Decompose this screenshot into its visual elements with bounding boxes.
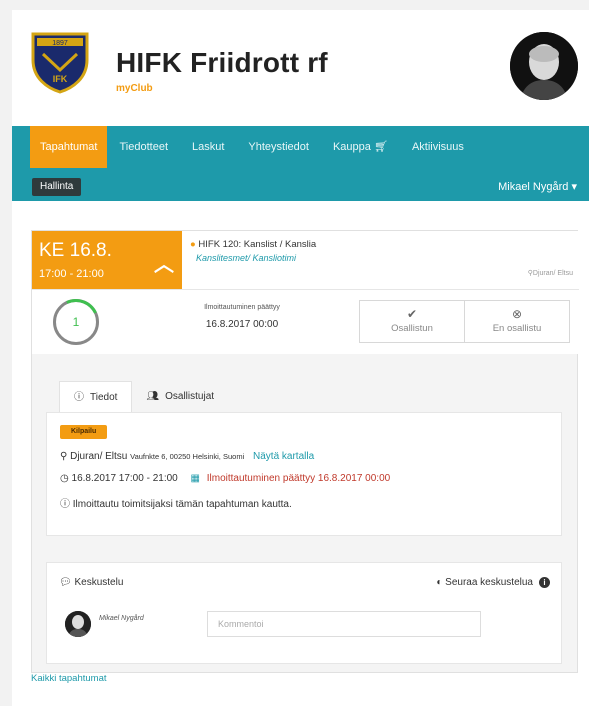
location-name: Djuran/ Eltsu: [70, 451, 128, 462]
site-header: 1897 IFK HIFK Friidrott rf myClub: [12, 10, 589, 126]
decline-button[interactable]: ⊗ En osallistu: [464, 301, 569, 342]
event-title-text: HIFK 120: Kanslist / Kanslia: [198, 239, 317, 250]
nav-items: Tapahtumat Tiedotteet Laskut Yhteystiedo…: [12, 126, 476, 168]
event-type-badge: Kilpailu: [60, 425, 108, 439]
comment-input[interactable]: [207, 611, 481, 637]
nav-item-news[interactable]: Tiedotteet: [107, 126, 180, 168]
event-tabs: ⓘ Tiedot 👥︎ Osallistujat: [59, 381, 228, 413]
participant-count: 1: [72, 315, 80, 329]
tab-participants-label: Osallistujat: [165, 391, 215, 402]
deadline-label: Ilmoittautuminen päättyy: [204, 304, 280, 311]
profile-avatar[interactable]: [510, 32, 578, 100]
check-circle-icon: ✔: [406, 307, 418, 321]
event-datetime: 16.8.2017 17:00 - 21:00: [71, 473, 178, 484]
show-on-map-link[interactable]: Näytä kartalla: [253, 451, 314, 462]
comment-icon: 💬︎: [59, 577, 72, 588]
cart-icon: 🛒︎: [373, 141, 388, 153]
svg-text:IFK: IFK: [53, 74, 68, 84]
commenter-name: Mikael Nygård: [99, 615, 144, 622]
event-title: ● HIFK 120: Kanslist / Kanslia: [190, 239, 316, 250]
decline-label: En osallistu: [492, 323, 542, 334]
admin-button[interactable]: Hallinta: [32, 178, 82, 196]
clock-icon: ◷: [60, 473, 69, 484]
svg-text:1897: 1897: [52, 40, 68, 47]
event-time: 17:00 - 21:00: [39, 268, 104, 280]
map-marker-icon: ⚲: [60, 451, 68, 462]
club-logo: 1897 IFK: [31, 32, 89, 94]
registration-ends: Ilmoittautuminen päättyy 16.8.2017 00:00: [206, 473, 391, 484]
x-circle-icon: ⊗: [511, 307, 523, 321]
club-name: HIFK Friidrott rf: [116, 47, 328, 78]
event-location-short: ⚲Djuran/ Eltsu: [528, 269, 573, 277]
nav-item-contacts[interactable]: Yhteystiedot: [236, 126, 321, 168]
bullet-icon: ●: [190, 239, 196, 250]
event-details: Kilpailu ⚲ Djuran/ Eltsu Vaufnkte 6, 002…: [46, 412, 562, 536]
follow-label: Seuraa keskustelua: [445, 577, 533, 588]
info-icon: ⓘ: [74, 392, 84, 403]
deadline-value: 16.8.2017 00:00: [205, 319, 279, 330]
note-line: ⓘ Ilmoittautu toimitsijaksi tämän tapaht…: [60, 495, 292, 510]
location-line: ⚲ Djuran/ Eltsu Vaufnkte 6, 00250 Helsin…: [60, 451, 314, 462]
info-icon[interactable]: i: [539, 577, 550, 588]
nav-item-events[interactable]: Tapahtumat: [30, 126, 108, 168]
nav-item-shop[interactable]: Kauppa 🛒︎: [321, 126, 400, 168]
tab-participants[interactable]: 👥︎ Osallistujat: [132, 381, 228, 413]
discussion-title-text: Keskustelu: [74, 577, 124, 588]
toggle-icon: ◐: [436, 577, 443, 588]
main-nav: Tapahtumat Tiedotteet Laskut Yhteystiedo…: [12, 126, 589, 201]
event-note: Ilmoittautu toimitsijaksi tämän tapahtum…: [72, 499, 292, 510]
attend-button[interactable]: ✔ Osallistun: [360, 301, 464, 342]
nav-item-shop-label: Kauppa: [332, 141, 371, 153]
user-name: Mikael Nygård: [498, 181, 569, 193]
rsvp-buttons: ✔ Osallistun ⊗ En osallistu: [359, 300, 570, 343]
caret-down-icon: ▾: [571, 181, 577, 193]
event-location-text: Djuran/ Eltsu: [532, 270, 573, 277]
event-info: ● HIFK 120: Kanslist / Kanslia Kanslites…: [182, 231, 579, 289]
commenter-avatar: [65, 611, 91, 637]
location-address: Vaufnkte 6, 00250 Helsinki, Suomi: [130, 452, 245, 461]
event-card: KE 16.8. 17:00 - 21:00 ︿ ● HIFK 120: Kan…: [31, 230, 579, 673]
attend-label: Osallistun: [391, 323, 433, 334]
nav-item-invoices[interactable]: Laskut: [180, 126, 236, 168]
info-icon: ⓘ: [60, 499, 70, 510]
app-name: myClub: [116, 83, 153, 94]
nav-item-activity[interactable]: Aktiivisuus: [400, 126, 476, 168]
page: 1897 IFK HIFK Friidrott rf myClub Tapaht…: [12, 10, 589, 706]
calendar-icon: ▦: [190, 473, 200, 484]
user-menu[interactable]: Mikael Nygård ▾: [498, 178, 577, 196]
participant-count-ring: 1: [46, 292, 106, 352]
datetime-line: ◷ 16.8.2017 17:00 - 21:00 ▦ Ilmoittautum…: [60, 473, 390, 484]
discussion-panel: 💬︎ Keskustelu ◐ Seuraa keskustelua i Mika…: [46, 562, 562, 664]
tab-details[interactable]: ⓘ Tiedot: [59, 381, 133, 413]
discussion-title: 💬︎ Keskustelu: [59, 577, 123, 588]
event-date-box[interactable]: KE 16.8. 17:00 - 21:00 ︿: [32, 231, 182, 289]
chevron-up-icon[interactable]: ︿: [154, 248, 174, 277]
event-day: KE 16.8.: [39, 240, 112, 261]
event-category[interactable]: Kanslitesmet/ Kansliotimi: [196, 253, 296, 263]
follow-discussion-toggle[interactable]: ◐ Seuraa keskustelua i: [436, 577, 550, 588]
tab-details-label: Tiedot: [90, 392, 118, 403]
event-status-row: 1 Ilmoittautuminen päättyy 16.8.2017 00:…: [32, 289, 579, 354]
all-events-link[interactable]: Kaikki tapahtumat: [31, 673, 107, 684]
users-icon: 👥︎: [146, 391, 160, 402]
